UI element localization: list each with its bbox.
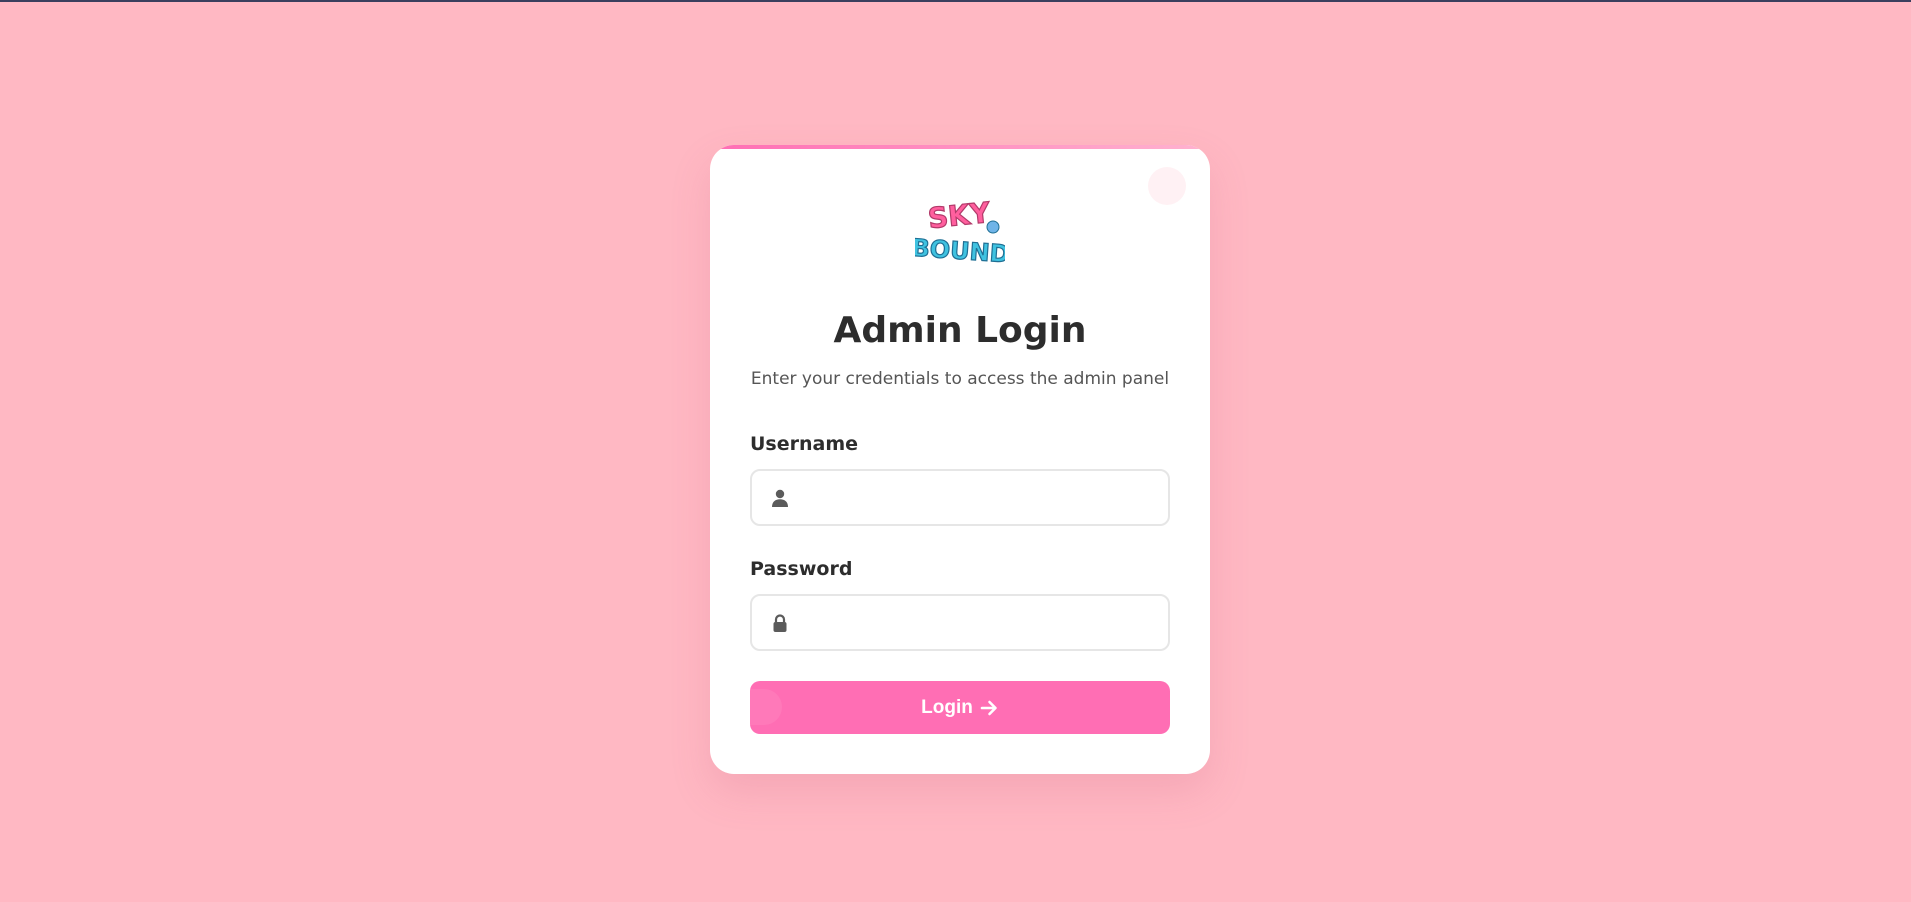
username-label: Username [750, 433, 859, 455]
login-button-label: Login [921, 696, 973, 718]
username-input[interactable] [802, 471, 1166, 526]
password-input[interactable] [802, 596, 1166, 651]
decorative-bubble [1148, 167, 1186, 205]
user-icon [772, 489, 788, 507]
card-accent-bar [710, 145, 1210, 149]
username-field-wrapper [750, 469, 1170, 526]
button-decoration [750, 689, 782, 725]
login-button[interactable]: Login [750, 681, 1170, 734]
skybound-logo: SKY BOUND [915, 195, 1005, 269]
top-border [0, 0, 1911, 2]
svg-text:SKY: SKY [926, 196, 992, 235]
page-subtitle: Enter your credentials to access the adm… [750, 369, 1170, 389]
login-card: SKY BOUND Admin Login Enter your credent… [710, 145, 1210, 774]
arrow-right-icon [980, 700, 997, 715]
password-label: Password [750, 558, 853, 580]
lock-icon [773, 614, 787, 632]
page-title: Admin Login [833, 310, 1087, 351]
password-field-wrapper [750, 594, 1170, 651]
svg-text:BOUND: BOUND [915, 234, 1005, 269]
